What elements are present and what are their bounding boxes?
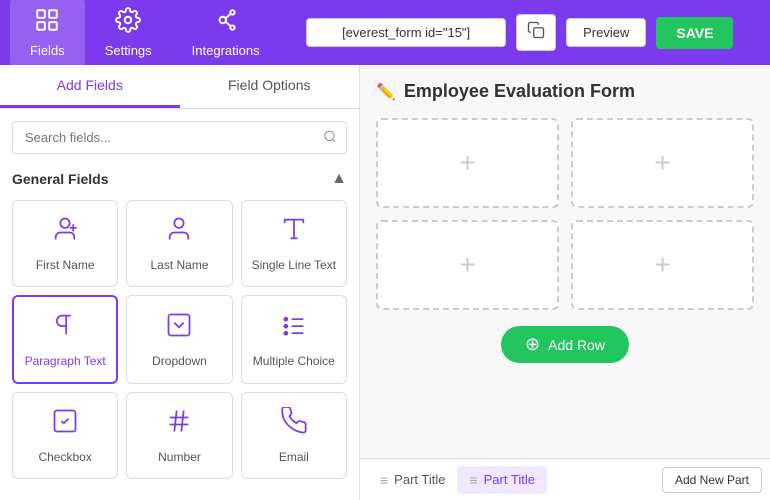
- copy-shortcode-button[interactable]: [516, 14, 556, 51]
- form-area: ✏️ Employee Evaluation Form + + + +: [360, 65, 770, 458]
- field-dropdown[interactable]: Dropdown: [126, 295, 232, 384]
- field-checkbox[interactable]: Checkbox: [12, 392, 118, 479]
- left-panel: Add Fields Field Options General Fields …: [0, 65, 360, 500]
- main-layout: Add Fields Field Options General Fields …: [0, 65, 770, 500]
- right-panel: ✏️ Employee Evaluation Form + + + +: [360, 65, 770, 500]
- form-title: Employee Evaluation Form: [404, 81, 635, 102]
- plus-icon-2: +: [654, 147, 670, 179]
- drag-icon-2: ≡: [469, 472, 477, 488]
- tabs: Add Fields Field Options: [0, 65, 359, 109]
- field-checkbox-label: Checkbox: [38, 450, 91, 464]
- drop-zone-1[interactable]: +: [376, 118, 559, 208]
- settings-icon: [115, 7, 141, 39]
- search-container: [0, 109, 359, 166]
- drop-zone-2[interactable]: +: [571, 118, 754, 208]
- chevron-up-icon[interactable]: ▲: [331, 170, 347, 188]
- field-first-name[interactable]: First Name: [12, 200, 118, 287]
- field-multiple-choice-label: Multiple Choice: [253, 354, 335, 368]
- tab-field-options[interactable]: Field Options: [180, 65, 360, 108]
- field-number-label: Number: [158, 450, 201, 464]
- user-field-icon: [51, 215, 79, 250]
- text-field-icon: [280, 215, 308, 250]
- drag-icon-1: ≡: [380, 472, 388, 488]
- number-field-icon: [165, 407, 193, 442]
- integrations-icon: [213, 7, 239, 39]
- plus-icon-3: +: [459, 249, 475, 281]
- nav-integrations[interactable]: Integrations: [172, 0, 280, 66]
- nav-fields-label: Fields: [30, 43, 65, 58]
- fields-scroll: First Name Last Name Single Line Text: [0, 196, 359, 500]
- nav-fields[interactable]: Fields: [10, 0, 85, 66]
- nav-integrations-label: Integrations: [192, 43, 260, 58]
- fields-icon: [34, 7, 60, 39]
- edit-icon: ✏️: [376, 82, 396, 102]
- field-multiple-choice[interactable]: Multiple Choice: [241, 295, 347, 384]
- field-number[interactable]: Number: [126, 392, 232, 479]
- dropdown-field-icon: [165, 311, 193, 346]
- tab-add-fields[interactable]: Add Fields: [0, 65, 180, 108]
- part-tab-1-label: Part Title: [394, 472, 445, 487]
- fields-grid: First Name Last Name Single Line Text: [12, 200, 347, 479]
- email-field-icon: [280, 407, 308, 442]
- top-nav: Fields Settings Integrations [everest_fo…: [0, 0, 770, 65]
- field-email-label: Email: [279, 450, 309, 464]
- field-single-line-text[interactable]: Single Line Text: [241, 200, 347, 287]
- field-paragraph-label: Paragraph Text: [25, 354, 106, 368]
- field-paragraph-text[interactable]: Paragraph Text: [12, 295, 118, 384]
- nav-center: [everest_form id="15"] Preview SAVE: [280, 14, 760, 51]
- add-new-part-button[interactable]: Add New Part: [662, 467, 762, 493]
- nav-settings[interactable]: Settings: [85, 0, 172, 66]
- save-button[interactable]: SAVE: [656, 17, 733, 49]
- field-last-name[interactable]: Last Name: [126, 200, 232, 287]
- part-tab-1[interactable]: ≡ Part Title: [368, 466, 457, 494]
- add-row-container: ⊕ Add Row: [376, 322, 754, 375]
- form-row-2: + +: [376, 220, 754, 310]
- plus-icon-1: +: [459, 147, 475, 179]
- field-first-name-label: First Name: [36, 258, 95, 272]
- form-title-row: ✏️ Employee Evaluation Form: [376, 81, 754, 102]
- field-single-line-label: Single Line Text: [252, 258, 337, 272]
- drop-zone-3[interactable]: +: [376, 220, 559, 310]
- form-row-1: + +: [376, 118, 754, 208]
- preview-button[interactable]: Preview: [566, 18, 646, 47]
- shortcode-display[interactable]: [everest_form id="15"]: [306, 18, 506, 47]
- plus-circle-icon: ⊕: [525, 334, 540, 355]
- nav-settings-label: Settings: [105, 43, 152, 58]
- drop-zone-4[interactable]: +: [571, 220, 754, 310]
- add-row-label: Add Row: [548, 337, 605, 353]
- section-header: General Fields ▲: [0, 166, 359, 196]
- plus-icon-4: +: [654, 249, 670, 281]
- multiple-choice-field-icon: [280, 311, 308, 346]
- field-last-name-label: Last Name: [150, 258, 208, 272]
- search-icon: [323, 129, 337, 146]
- add-row-button[interactable]: ⊕ Add Row: [501, 326, 629, 363]
- part-tab-2-label: Part Title: [484, 472, 535, 487]
- part-tab-2[interactable]: ≡ Part Title: [457, 466, 546, 494]
- field-dropdown-label: Dropdown: [152, 354, 207, 368]
- checkbox-field-icon: [51, 407, 79, 442]
- user-field-icon-2: [165, 215, 193, 250]
- field-email[interactable]: Email: [241, 392, 347, 479]
- search-input[interactable]: [12, 121, 347, 154]
- section-title: General Fields: [12, 171, 108, 187]
- part-title-bar: ≡ Part Title ≡ Part Title Add New Part: [360, 458, 770, 500]
- paragraph-field-icon: [51, 311, 79, 346]
